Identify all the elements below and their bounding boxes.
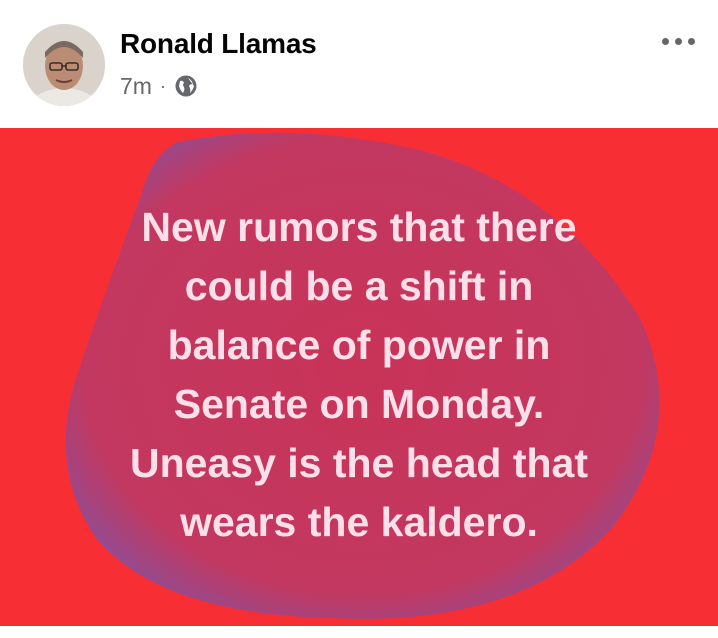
more-dot bbox=[687, 37, 695, 45]
meta-separator: · bbox=[159, 75, 166, 96]
post-meta: 7m · bbox=[120, 72, 198, 100]
avatar-photo bbox=[23, 24, 105, 106]
status-line: could be a shift in bbox=[184, 263, 534, 309]
status-line: Uneasy is the head that bbox=[130, 440, 588, 486]
post-header: Ronald Llamas 7m · bbox=[0, 0, 718, 128]
more-options-icon[interactable] bbox=[652, 26, 704, 56]
more-dot bbox=[674, 37, 682, 45]
status-line: balance of power in bbox=[167, 322, 551, 368]
globe-icon[interactable] bbox=[174, 74, 198, 98]
status-line: Senate on Monday. bbox=[173, 381, 545, 427]
status-line: wears the kaldero. bbox=[180, 499, 538, 545]
avatar[interactable] bbox=[23, 24, 105, 106]
status-background-card[interactable]: New rumors that there could be a shift i… bbox=[0, 128, 718, 626]
facebook-post: Ronald Llamas 7m · New rumors that there… bbox=[0, 0, 718, 638]
more-dot bbox=[661, 37, 669, 45]
post-footer-divider bbox=[0, 626, 718, 638]
post-time[interactable]: 7m bbox=[120, 73, 152, 100]
author-name[interactable]: Ronald Llamas bbox=[120, 28, 317, 60]
status-line: New rumors that there bbox=[141, 204, 577, 250]
status-text: New rumors that there could be a shift i… bbox=[40, 198, 678, 552]
